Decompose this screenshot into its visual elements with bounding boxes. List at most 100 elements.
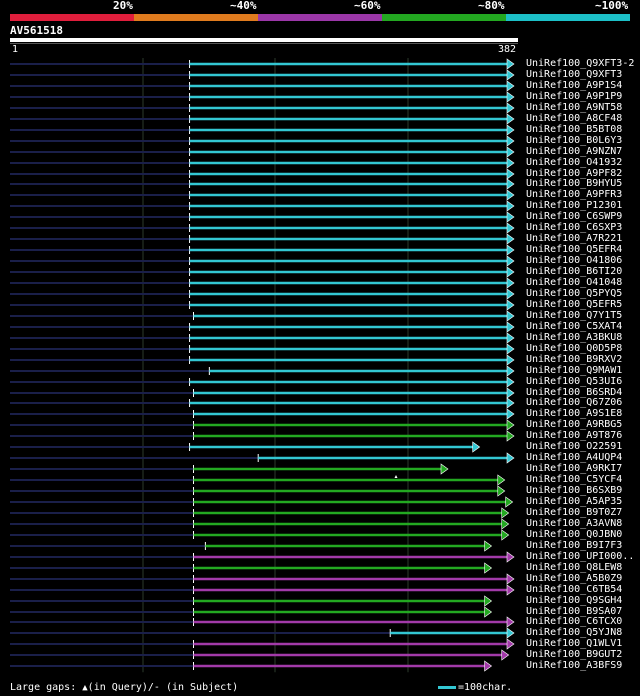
- hit-label[interactable]: UniRef100_A4UQP4: [526, 453, 622, 463]
- hit-label[interactable]: UniRef100_B9GUT2: [526, 650, 622, 660]
- hit-row[interactable]: [10, 529, 510, 541]
- hit-row[interactable]: [10, 408, 515, 420]
- hit-row[interactable]: [10, 244, 515, 256]
- hit-row[interactable]: [10, 211, 515, 223]
- hit-row[interactable]: [10, 178, 515, 190]
- hit-row[interactable]: [10, 485, 506, 497]
- hit-row[interactable]: [10, 397, 515, 409]
- hit-label[interactable]: UniRef100_A8CF48: [526, 114, 622, 124]
- hit-row[interactable]: [10, 638, 515, 650]
- hit-label[interactable]: UniRef100_Q53UI6: [526, 377, 622, 387]
- hit-label[interactable]: UniRef100_A9P1P9: [526, 92, 622, 102]
- hit-label[interactable]: UniRef100_O41806: [526, 256, 622, 266]
- hit-label[interactable]: UniRef100_Q7Y1T5: [526, 311, 622, 321]
- hit-label[interactable]: UniRef100_B5BT08: [526, 125, 622, 135]
- hit-row[interactable]: [10, 58, 515, 70]
- hit-label[interactable]: UniRef100_Q9MAW1: [526, 366, 622, 376]
- hit-row[interactable]: [10, 606, 493, 618]
- hit-label[interactable]: UniRef100_B9HYU5: [526, 179, 622, 189]
- hit-label[interactable]: UniRef100_B6TI20: [526, 267, 622, 277]
- hit-label[interactable]: UniRef100_A5AP35: [526, 497, 622, 507]
- hit-label[interactable]: UniRef100_O41932: [526, 158, 622, 168]
- hit-row[interactable]: [10, 146, 515, 158]
- hit-row[interactable]: [10, 518, 510, 530]
- hit-label[interactable]: UniRef100_Q0JBN0: [526, 530, 622, 540]
- hit-label[interactable]: UniRef100_C5XAT4: [526, 322, 622, 332]
- hit-row[interactable]: [10, 124, 515, 136]
- hit-row[interactable]: [10, 376, 515, 388]
- hit-row[interactable]: [10, 113, 515, 125]
- hit-label[interactable]: UniRef100_B0L6Y3: [526, 136, 622, 146]
- hit-label[interactable]: UniRef100_B9T0Z7: [526, 508, 622, 518]
- hit-row[interactable]: [10, 135, 515, 147]
- hit-row[interactable]: [10, 463, 449, 478]
- hit-row[interactable]: [10, 277, 515, 289]
- hit-label[interactable]: UniRef100_A9S1E8: [526, 409, 622, 419]
- hit-row[interactable]: [10, 430, 515, 442]
- hit-label[interactable]: UniRef100_Q8LEW8: [526, 563, 622, 573]
- hit-row[interactable]: [10, 540, 493, 552]
- hit-row[interactable]: [10, 573, 515, 585]
- hit-row[interactable]: [10, 321, 515, 333]
- hit-label[interactable]: UniRef100_Q9XFT3: [526, 70, 622, 80]
- hit-row[interactable]: [10, 200, 515, 212]
- hit-row[interactable]: [10, 474, 506, 486]
- hit-row[interactable]: [10, 419, 515, 431]
- hit-label[interactable]: UniRef100_A3BKU8: [526, 333, 622, 343]
- hit-row[interactable]: [10, 80, 515, 92]
- hit-label[interactable]: UniRef100_Q5YJN8: [526, 628, 622, 638]
- hit-row[interactable]: [10, 91, 515, 103]
- hit-label[interactable]: UniRef100_Q1WLV1: [526, 639, 622, 649]
- hit-row[interactable]: [10, 189, 515, 201]
- hit-row[interactable]: [10, 452, 515, 464]
- hit-row[interactable]: [10, 562, 493, 574]
- hit-row[interactable]: [10, 332, 515, 344]
- hit-row[interactable]: [10, 441, 481, 453]
- hit-row[interactable]: [10, 157, 515, 169]
- hit-label[interactable]: UniRef100_C6SXP3: [526, 223, 622, 233]
- hit-row[interactable]: [10, 387, 515, 399]
- hit-label[interactable]: UniRef100_A3BFS9: [526, 661, 622, 671]
- hit-row[interactable]: [10, 222, 515, 234]
- hit-label[interactable]: UniRef100_Q5EFR5: [526, 300, 622, 310]
- hit-label[interactable]: UniRef100_UPI000..: [526, 552, 634, 562]
- hit-row[interactable]: [10, 627, 515, 639]
- hit-label[interactable]: UniRef100_A5B0Z9: [526, 574, 622, 584]
- hit-row[interactable]: [10, 255, 515, 267]
- hit-row[interactable]: [10, 69, 515, 81]
- hit-label[interactable]: UniRef100_Q5PYQ5: [526, 289, 622, 299]
- hit-label[interactable]: UniRef100_B9I7F3: [526, 541, 622, 551]
- hit-label[interactable]: UniRef100_O22591: [526, 442, 622, 452]
- hit-row[interactable]: [10, 595, 493, 607]
- hit-row[interactable]: [10, 310, 515, 322]
- hit-label[interactable]: UniRef100_B9RXV2: [526, 355, 622, 365]
- hit-label[interactable]: UniRef100_A9NT58: [526, 103, 622, 113]
- hit-label[interactable]: UniRef100_Q9SGH4: [526, 596, 622, 606]
- hit-label[interactable]: UniRef100_C6TB54: [526, 585, 622, 595]
- hit-label[interactable]: UniRef100_A9RKI7: [526, 464, 622, 474]
- hit-row[interactable]: [10, 102, 515, 114]
- hit-label[interactable]: UniRef100_A9P1S4: [526, 81, 622, 91]
- hit-label[interactable]: UniRef100_Q67Z06: [526, 398, 622, 408]
- hit-row[interactable]: [10, 496, 514, 508]
- hit-label[interactable]: UniRef100_A7R221: [526, 234, 622, 244]
- hit-row[interactable]: [10, 233, 515, 245]
- hit-label[interactable]: UniRef100_Q0D5P8: [526, 344, 622, 354]
- hit-label[interactable]: UniRef100_P12301: [526, 201, 622, 211]
- hit-row[interactable]: [10, 354, 515, 366]
- hit-row[interactable]: [10, 649, 510, 661]
- hit-label[interactable]: UniRef100_C6SWP9: [526, 212, 622, 222]
- hit-label[interactable]: UniRef100_A9NZN7: [526, 147, 622, 157]
- hit-row[interactable]: [10, 343, 515, 355]
- hit-label[interactable]: UniRef100_Q9XFT3-2: [526, 59, 634, 69]
- hit-label[interactable]: UniRef100_C5YCF4: [526, 475, 622, 485]
- hit-label[interactable]: UniRef100_O41048: [526, 278, 622, 288]
- hit-label[interactable]: UniRef100_A9RBG5: [526, 420, 622, 430]
- hit-label[interactable]: UniRef100_A9PFR3: [526, 190, 622, 200]
- hit-row[interactable]: [10, 288, 515, 300]
- hit-row[interactable]: [10, 168, 515, 180]
- hit-label[interactable]: UniRef100_Q5EFR4: [526, 245, 622, 255]
- hit-row[interactable]: [10, 551, 515, 563]
- hit-label[interactable]: UniRef100_C6TCX0: [526, 617, 622, 627]
- hit-label[interactable]: UniRef100_B6SXB9: [526, 486, 622, 496]
